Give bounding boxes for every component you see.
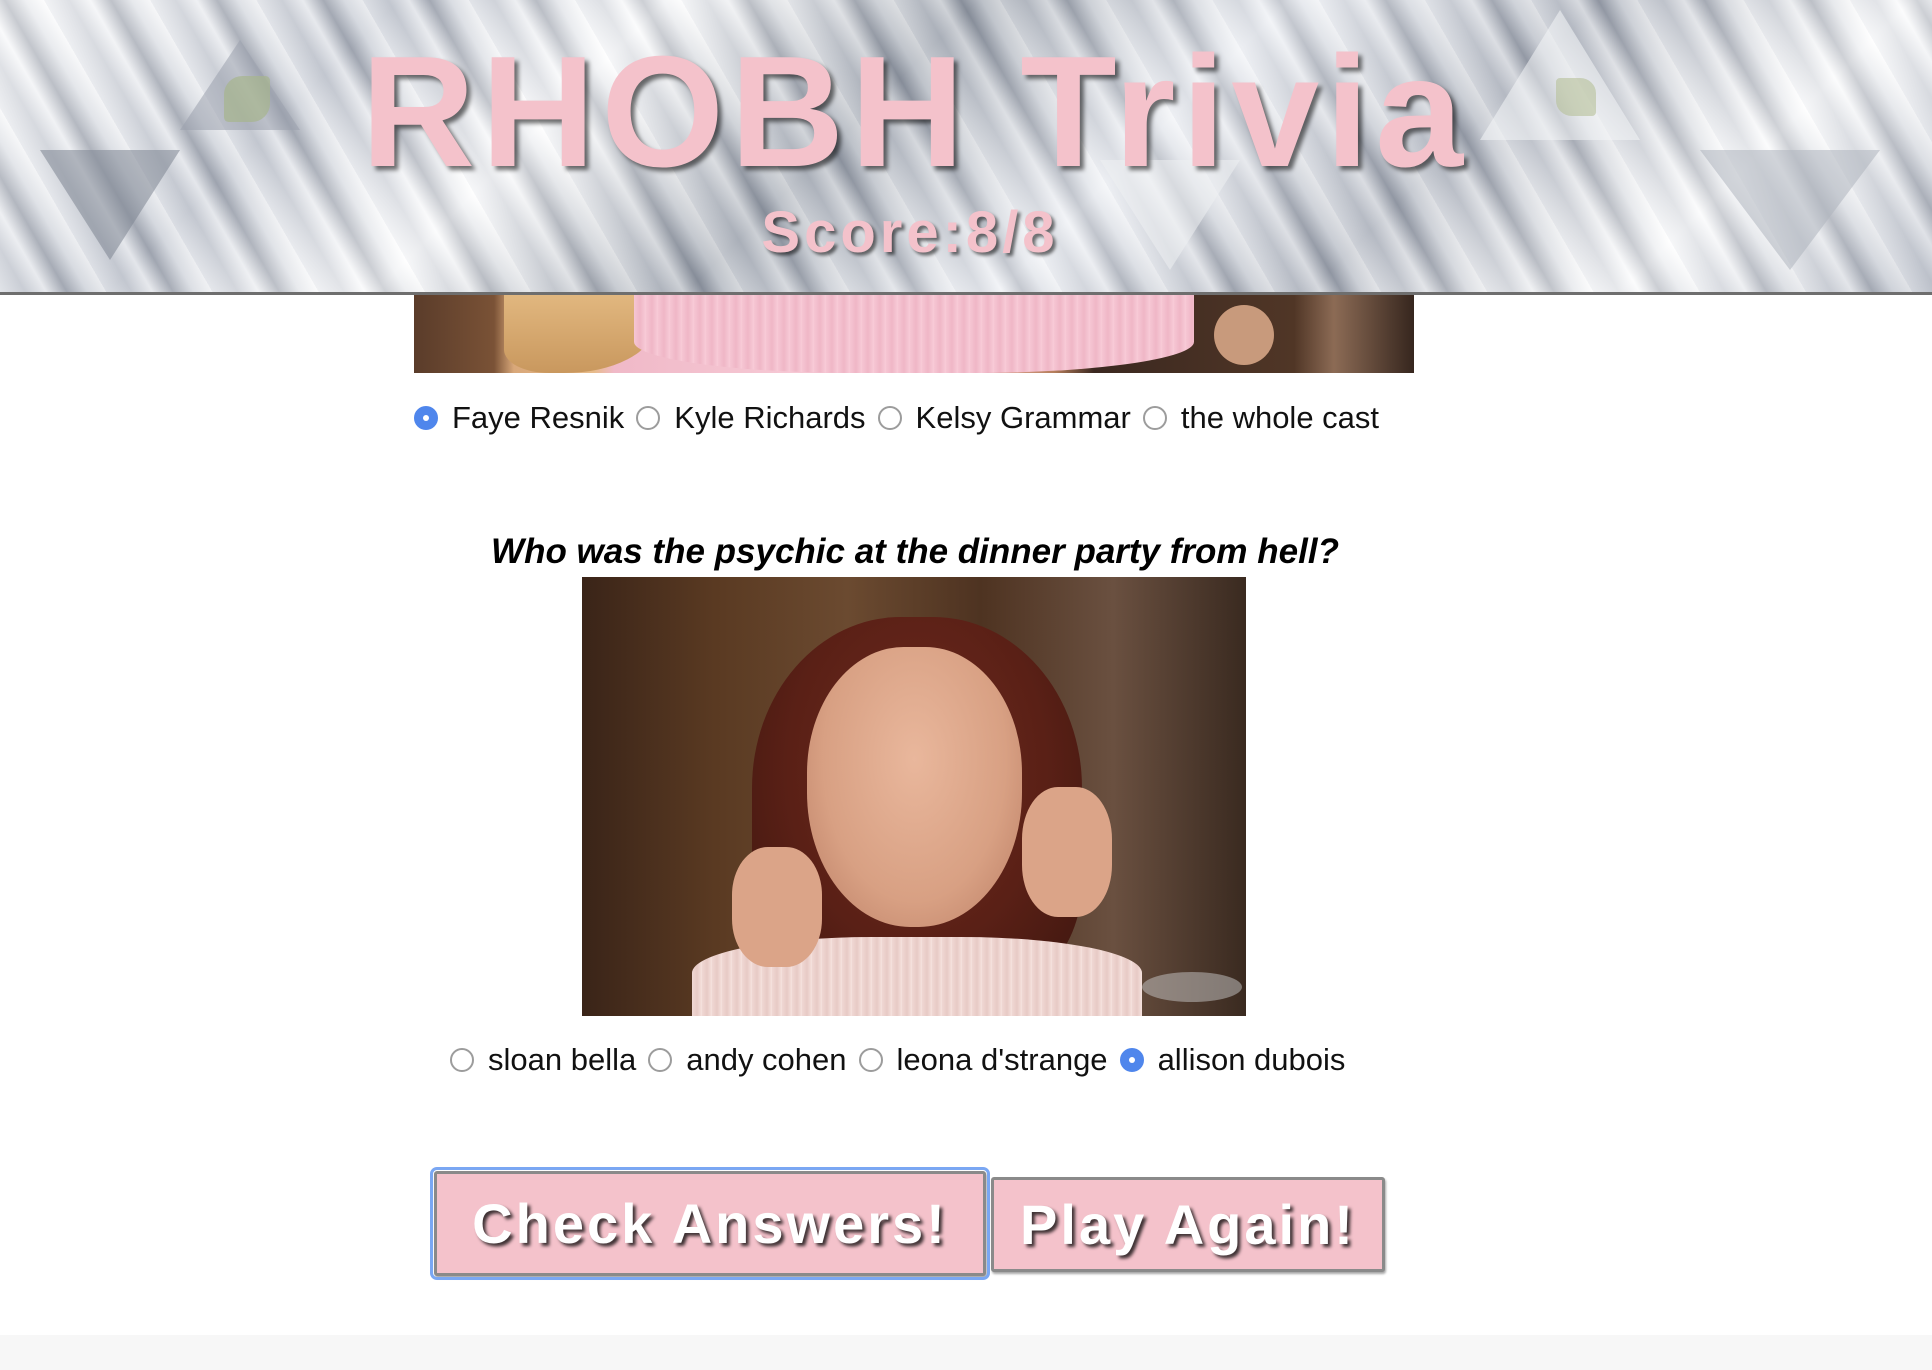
- option-label: the whole cast: [1180, 400, 1380, 435]
- option-kyle-richards[interactable]: Kyle Richards: [636, 400, 866, 436]
- option-allison-dubois[interactable]: allison dubois: [1119, 1042, 1346, 1078]
- option-label: Faye Resnik: [452, 400, 625, 435]
- check-answers-button[interactable]: Check Answers!: [430, 1167, 990, 1280]
- radio-button[interactable]: [858, 1048, 883, 1072]
- radio-button-checked[interactable]: [1119, 1048, 1144, 1072]
- question-2-text: Who was the psychic at the dinner party …: [491, 532, 1339, 571]
- option-label: Kyle Richards: [674, 400, 866, 435]
- option-label: andy cohen: [686, 1042, 847, 1077]
- option-label: leona d'strange: [896, 1042, 1108, 1077]
- option-sloan-bella[interactable]: sloan bella: [450, 1042, 636, 1078]
- option-leona-dstrange[interactable]: leona d'strange: [858, 1042, 1108, 1078]
- option-kelsy-grammar[interactable]: Kelsy Grammar: [877, 400, 1131, 436]
- play-again-button[interactable]: Play Again!: [991, 1177, 1385, 1272]
- page-bottom-strip: [0, 1335, 1932, 1370]
- score-display: Score:8/8: [761, 200, 1059, 265]
- site-title: RHOBH Trivia: [360, 24, 1470, 200]
- header-banner: RHOBH Trivia Score:8/8: [0, 0, 1932, 295]
- radio-button-checked[interactable]: [414, 406, 438, 430]
- radio-button[interactable]: [636, 406, 661, 430]
- question-1-options: Faye Resnik Kyle Richards Kelsy Grammar …: [414, 400, 1391, 436]
- radio-button[interactable]: [1142, 406, 1167, 430]
- option-andy-cohen[interactable]: andy cohen: [648, 1042, 847, 1078]
- radio-button[interactable]: [648, 1048, 673, 1072]
- radio-button[interactable]: [450, 1048, 474, 1072]
- option-label: allison dubois: [1157, 1042, 1346, 1077]
- option-label: sloan bella: [488, 1042, 637, 1077]
- option-faye-resnik[interactable]: Faye Resnik: [414, 400, 624, 436]
- radio-button[interactable]: [877, 406, 902, 430]
- option-label: Kelsy Grammar: [915, 400, 1131, 435]
- question-2-options: sloan bella andy cohen leona d'strange a…: [450, 1042, 1357, 1078]
- question-2-image: [582, 577, 1246, 1016]
- question-1-image: [414, 295, 1414, 373]
- option-the-whole-cast[interactable]: the whole cast: [1142, 400, 1380, 436]
